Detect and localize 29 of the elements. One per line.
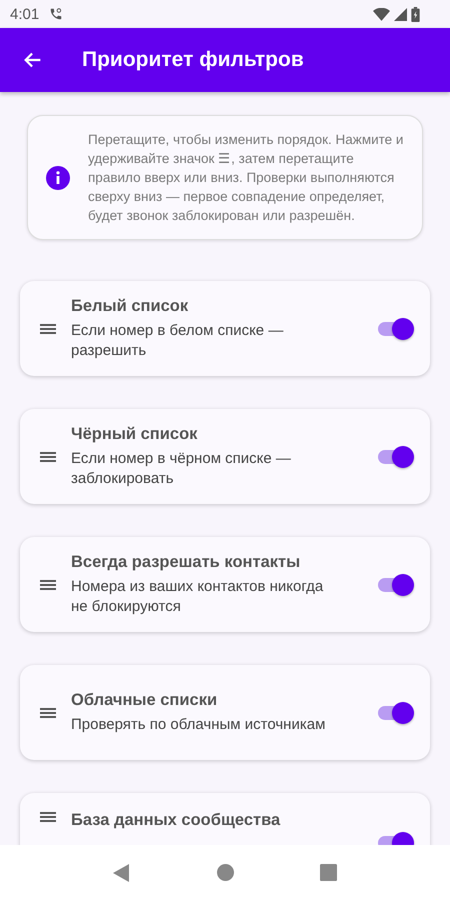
rule-card[interactable]: Белый список Если номер в белом списке — разрешить: [20, 281, 430, 376]
rule-description: Номера из ваших контактов никогда не блокируются: [71, 576, 324, 616]
rule-description: Проверять по облачным источникам: [71, 714, 326, 734]
status-time: 4:01: [10, 6, 40, 22]
drag-handle-icon[interactable]: [40, 578, 56, 590]
drag-handle-icon[interactable]: [40, 706, 56, 718]
drag-handle-icon[interactable]: [40, 450, 56, 462]
rule-title: Белый список: [71, 296, 190, 316]
wifi-icon: [373, 8, 390, 20]
rule-description: Если номер в чёрном списке — заблокировать: [71, 448, 292, 488]
rule-card[interactable]: Всегда разрешать контакты Номера из ваших контактов никогда не блокируются: [20, 537, 430, 632]
screen-title: Приоритет фильтров: [82, 48, 304, 72]
rule-card[interactable]: Облачные списки Проверять по облачным источникам: [20, 665, 430, 760]
call-icon: [49, 7, 64, 21]
rule-title: База данных сообщества: [71, 811, 282, 830]
rule-title: Облачные списки: [71, 690, 218, 710]
rule-title: Чёрный список: [71, 424, 198, 444]
drag-handle-icon[interactable]: [40, 811, 56, 823]
drag-handle-icon[interactable]: [40, 322, 56, 334]
rule-description: Если номер в белом списке — разрешить: [71, 320, 284, 360]
signal-icon: [394, 8, 407, 20]
rule-card[interactable]: Чёрный список Если номер в чёрном списке — заблокировать: [20, 409, 430, 504]
home-nav-icon[interactable]: [217, 864, 234, 881]
info-icon: [46, 166, 70, 190]
rule-card[interactable]: База данных сообщества: [20, 793, 430, 845]
rule-title: Всегда разрешать контакты: [71, 552, 302, 572]
battery-icon: [411, 6, 420, 22]
back-nav-icon[interactable]: [113, 864, 131, 882]
info-text: Перетащите, чтобы изменить порядок. Нажмите и удерживайте значок ☰, затем перетащите правило вверх или вниз. Проверки выполняются сверху вниз — первое совпадение определяет, будет звонок заблокирован или разрешён.: [88, 131, 404, 225]
